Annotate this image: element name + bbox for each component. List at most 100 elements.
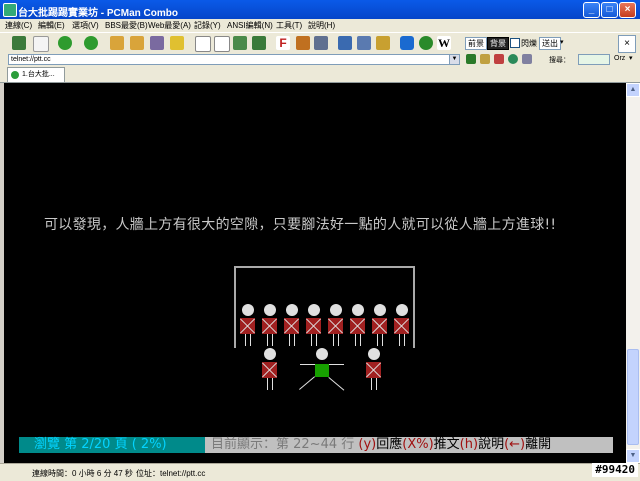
menu-web-favorites[interactable]: Web最愛(A) xyxy=(148,20,191,31)
paste-icon[interactable] xyxy=(214,36,230,52)
wall-player-leg xyxy=(333,334,334,346)
wall-player-body xyxy=(284,318,299,334)
menu-help[interactable]: 說明(H) xyxy=(308,20,335,31)
scroll-thumb[interactable] xyxy=(627,349,639,445)
settings-icon[interactable] xyxy=(296,36,310,50)
toolbar: F W 前景 背景 閃爍 送出 ▾ × xyxy=(0,32,640,55)
monitor-icon[interactable] xyxy=(338,36,352,50)
status-hints: 目前顯示：第 22~44 行 (y)回應(X%)推文(h)說明(←)離開 xyxy=(205,437,613,453)
home-icon[interactable] xyxy=(480,54,490,64)
address-book-icon[interactable] xyxy=(12,36,26,50)
wand-icon[interactable] xyxy=(170,36,184,50)
address-input[interactable]: telnet://ptt.cc xyxy=(8,54,460,65)
wall-player-body xyxy=(262,318,277,334)
wall-player-leg xyxy=(355,334,356,346)
wall-player-leg xyxy=(360,334,361,346)
go-icon[interactable] xyxy=(466,54,476,64)
search-engine-select[interactable]: Orz xyxy=(614,55,625,62)
shooter-leg xyxy=(299,376,315,390)
menu-options[interactable]: 選項(V) xyxy=(72,20,99,31)
wall-player-leg xyxy=(250,334,251,346)
menu-connect[interactable]: 連線(C) xyxy=(5,20,32,31)
menu-bbs-favorites[interactable]: BBS最愛(B) xyxy=(105,20,148,31)
defender-body xyxy=(262,362,277,378)
blink-checkbox[interactable] xyxy=(510,38,520,48)
wall-player-leg xyxy=(316,334,317,346)
reply-key: (y) xyxy=(358,437,377,452)
terminal-scrollbar[interactable]: ▲ ▼ xyxy=(626,83,640,463)
defender-head xyxy=(264,348,276,360)
wall-player-leg xyxy=(404,334,405,346)
wall-player-leg xyxy=(245,334,246,346)
wall-player-leg xyxy=(338,334,339,346)
background-color-button[interactable]: 背景 xyxy=(487,37,509,50)
download-icon[interactable] xyxy=(252,36,266,50)
reply-hint[interactable]: 回應 xyxy=(376,437,402,452)
wikipedia-icon[interactable]: W xyxy=(437,36,451,50)
menu-log[interactable]: 記錄(Y) xyxy=(194,20,221,31)
wall-player-leg xyxy=(294,334,295,346)
new-page-icon[interactable] xyxy=(33,36,49,52)
wall-player-head xyxy=(242,304,254,316)
copy-icon[interactable] xyxy=(195,36,211,52)
terminal-screen[interactable]: 可以發現，人牆上方有很大的空隙，只要腳法好一點的人就可以從人牆上方進球!! 瀏覽… xyxy=(4,83,626,463)
disconnect-icon[interactable] xyxy=(130,36,144,50)
reconnect-icon[interactable] xyxy=(110,36,124,50)
minimize-button[interactable]: _ xyxy=(583,2,600,18)
send-button[interactable]: 送出 xyxy=(539,37,561,50)
menu-tools[interactable]: 工具(T) xyxy=(276,20,302,31)
line-range: 目前顯示：第 22~44 行 xyxy=(211,437,355,452)
menu-edit[interactable]: 編輯(E) xyxy=(38,20,65,31)
scroll-up-icon[interactable]: ▲ xyxy=(626,83,640,97)
back-arrow-icon[interactable] xyxy=(58,36,72,50)
defender-leg xyxy=(371,378,372,390)
menu-bar: 連線(C) 編輯(E) 選項(V) BBS最愛(B) Web最愛(A) 記錄(Y… xyxy=(0,19,640,32)
wall-player-head xyxy=(308,304,320,316)
keyboard-icon[interactable] xyxy=(314,36,328,50)
copy-article-icon[interactable] xyxy=(233,36,247,50)
title-bar: 台大批踢踢實業坊 - PCMan Combo _ □ × xyxy=(0,0,640,19)
app-icon xyxy=(3,3,17,17)
wall-player-head xyxy=(286,304,298,316)
tab-label: 1.台大批... xyxy=(22,71,55,78)
wall-player-leg xyxy=(267,334,268,346)
wall-player-leg xyxy=(289,334,290,346)
engine-dropdown-icon[interactable]: ▾ xyxy=(629,54,633,62)
help-key: (h) xyxy=(459,437,479,452)
tab-ptt[interactable]: 1.台大批... xyxy=(7,67,65,82)
font-icon[interactable]: F xyxy=(276,36,290,50)
connected-icon xyxy=(11,71,19,79)
print-icon[interactable] xyxy=(522,54,532,64)
stop-icon[interactable] xyxy=(494,54,504,64)
forward-arrow-icon[interactable] xyxy=(84,36,98,50)
send-dropdown-icon[interactable]: ▾ xyxy=(560,38,564,46)
defender-body xyxy=(366,362,381,378)
maximize-button[interactable]: □ xyxy=(601,2,618,18)
wall-player-body xyxy=(240,318,255,334)
screenshot-icon[interactable] xyxy=(150,36,164,50)
connection-address: 位址：telnet://ptt.cc xyxy=(136,469,206,478)
wall-player-body xyxy=(350,318,365,334)
leave-hint[interactable]: 離開 xyxy=(525,437,551,452)
refresh-icon[interactable] xyxy=(508,54,518,64)
help-hint[interactable]: 說明 xyxy=(478,437,504,452)
close-button[interactable]: × xyxy=(619,2,636,18)
page-progress: 瀏覽 第 2/20 頁 ( 2%) xyxy=(19,437,205,453)
close-tab-icon[interactable]: × xyxy=(618,35,636,53)
defender-leg xyxy=(272,378,273,390)
menu-ansi-edit[interactable]: ANSI編輯(N) xyxy=(227,20,273,31)
scroll-down-icon[interactable]: ▼ xyxy=(626,449,640,463)
defender-leg xyxy=(267,378,268,390)
search-label: 搜尋： xyxy=(549,57,570,64)
query-icon[interactable] xyxy=(400,36,414,50)
emoticon-icon[interactable] xyxy=(419,36,433,50)
window-title: 台大批踢踢實業坊 - PCMan Combo xyxy=(18,8,178,19)
lock-icon[interactable] xyxy=(376,36,390,50)
address-dropdown-icon[interactable]: ▼ xyxy=(449,54,460,65)
push-hint[interactable]: 推文 xyxy=(434,437,460,452)
wall-player-leg xyxy=(272,334,273,346)
connection-time: 連線時間：0 小時 6 分 47 秒 xyxy=(32,469,133,478)
search-input[interactable] xyxy=(578,54,610,65)
foreground-color-button[interactable]: 前景 xyxy=(465,37,487,50)
screen-icon[interactable] xyxy=(357,36,371,50)
